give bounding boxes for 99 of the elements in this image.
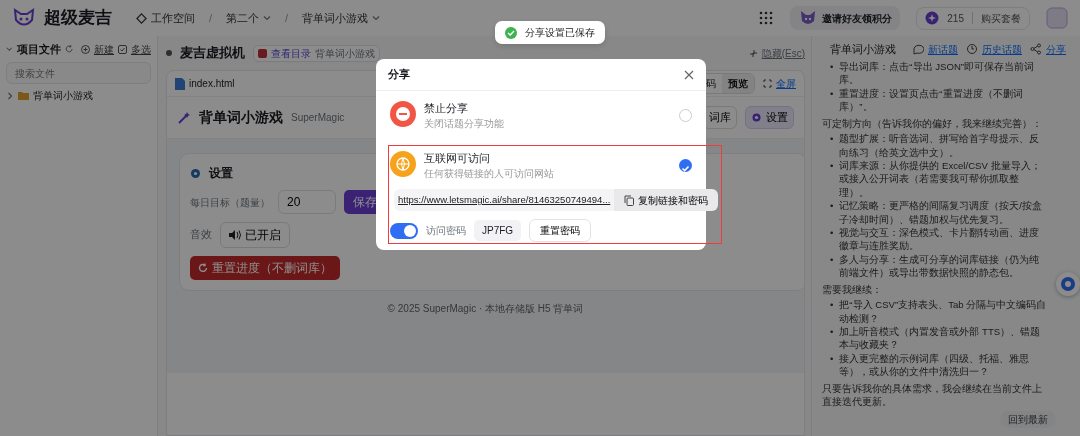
bullet-mark: • <box>830 86 834 101</box>
brand-name: 超级麦吉 <box>44 7 112 30</box>
caret-icon <box>372 14 381 22</box>
refresh-icon <box>198 263 208 273</box>
bullet-mark: • <box>830 252 834 267</box>
list-item: 视觉与交互：深色模式、卡片翻转动画、进度徽章与连胜奖励。 <box>839 226 1041 253</box>
option-subtitle: 任何获得链接的人可访问网站 <box>424 166 555 181</box>
history-button[interactable]: 历史话题 <box>966 41 1022 57</box>
option-title: 互联网可访问 <box>424 151 491 166</box>
share-icon <box>1030 43 1042 55</box>
reset-password-button[interactable]: 重置密码 <box>529 219 592 242</box>
bullet-mark: • <box>830 298 834 313</box>
file-icon <box>175 77 185 90</box>
chat-bubble-icon <box>912 43 924 55</box>
panel-title: 背单词小游戏 <box>830 41 896 57</box>
refresh-icon[interactable] <box>64 44 73 54</box>
option-subtitle: 关闭话题分享功能 <box>424 116 505 131</box>
toggle-label: 访问密码 <box>426 224 466 238</box>
app-subtitle: SuperMagic <box>291 111 345 125</box>
breadcrumb-separator: / <box>285 10 289 26</box>
message-text: 需要我继续： <box>822 282 883 297</box>
view-tab[interactable]: 预览 <box>722 74 754 93</box>
workspace-icon <box>136 12 147 24</box>
folder-item[interactable]: 背单词小游戏 <box>6 88 151 103</box>
app-title: 背单词小游戏 <box>199 108 283 127</box>
copy-button[interactable]: 复制链接和密码 <box>614 189 719 211</box>
password-toggle[interactable] <box>390 222 418 239</box>
share-button[interactable]: 分享 <box>1030 41 1066 57</box>
globe-icon <box>390 151 416 177</box>
sound-button[interactable]: 已开启 <box>220 222 290 248</box>
new-file-link[interactable]: 新建 <box>81 41 114 57</box>
directory-link[interactable]: 查看目录 <box>271 45 311 61</box>
list-item: 加上听音模式（内置发音或外部 TTS）、错题本与收藏夹？ <box>839 325 1042 352</box>
breadcrumb-item[interactable]: 工作空间 <box>136 9 195 27</box>
check-icon <box>505 26 517 39</box>
message-text: 可定制方向（告诉我你的偏好，我来继续完善）： <box>822 116 1043 131</box>
field-label: 音效 <box>190 227 212 243</box>
breadcrumb-item[interactable]: 背单词小游戏 <box>302 9 381 27</box>
hide-link[interactable]: 隐藏(Esc) <box>748 45 805 61</box>
breadcrumb-separator: / <box>209 10 213 26</box>
caret-icon <box>6 45 13 53</box>
toast: 分享设置已保存 <box>495 21 605 44</box>
password-code: JP7FG <box>474 220 522 241</box>
footer-text: © 2025 SuperMagic · 本地存储版 H5 背单词 <box>386 302 585 316</box>
fullscreen-link[interactable]: 全屏 <box>763 76 796 91</box>
list-item: 多人与分享：生成可分享的词库链接（仍为纯前端文件）或导出带数据快照的静态包。 <box>839 252 1041 280</box>
new-topic-button[interactable]: 新话题 <box>912 41 958 57</box>
bullet-mark: • <box>830 226 834 241</box>
list-item: 词库来源：从你提供的 Excel/CSV 批量导入；或接入公开词表（若需要我可帮你抓取整理）。 <box>839 158 1042 200</box>
bullet-mark: • <box>830 60 834 74</box>
fullscreen-icon <box>763 79 772 88</box>
nav-button[interactable]: 设置 <box>745 106 794 129</box>
folder-label: 背单词小游戏 <box>315 46 375 61</box>
folder-icon <box>18 91 29 100</box>
caret-icon <box>263 14 272 22</box>
buy-plan-link[interactable]: 购买套餐 <box>981 10 1021 26</box>
credit-icon <box>925 11 940 25</box>
option-title: 禁止分享 <box>424 101 469 116</box>
list-item: 导出词库：点击“导出 JSON”即可保存当前词库。 <box>839 60 1035 87</box>
invite-button[interactable]: 邀请好友领积分 <box>790 6 901 30</box>
credit-count: 215 <box>947 11 964 26</box>
clock-icon <box>966 43 978 55</box>
file-tab[interactable]: index.html <box>189 76 235 91</box>
bullet-mark: • <box>830 132 834 147</box>
list-item: 题型扩展：听音选词、拼写给首字母提示、反向练习（给英文选中文）。 <box>839 132 1041 159</box>
list-item: 重置进度：设置页点击“重置进度（不删词库）”。 <box>839 86 1024 114</box>
bullet-mark: • <box>830 325 834 339</box>
panel-title: 麦吉虚拟机 <box>180 44 245 63</box>
card-title: 设置 <box>209 165 233 182</box>
panel-title: 项目文件 <box>16 41 61 57</box>
radio-button[interactable] <box>679 159 692 172</box>
list-item: 接入更完整的示例词库（四级、托福、雅思等），或从你的文件中清洗归一？ <box>839 351 1031 379</box>
breadcrumb-item[interactable]: 第二个 <box>226 9 272 27</box>
dialog-title: 分享 <box>388 67 410 83</box>
status-dot <box>166 50 172 56</box>
app-icon <box>258 48 267 58</box>
checkbox-icon <box>118 44 127 54</box>
assistant-button[interactable] <box>1056 272 1080 296</box>
bullet-mark: • <box>830 199 834 214</box>
list-item: 记忆策略：更严格的间隔复习调度（按天/按盒子冷却时间）、错题加权与优先复习。 <box>839 199 1044 227</box>
speaker-icon <box>229 230 241 240</box>
goal-field[interactable]: 20 <box>278 190 336 214</box>
list-item: 把“导入 CSV”支持表头、Tab 分隔与中文编码自动检测？ <box>839 298 1048 325</box>
bullet-mark: • <box>830 351 834 366</box>
share-link[interactable]: https://www.letsmagic.ai/share/81463250749494... <box>394 192 615 208</box>
multi-select-link[interactable]: 多选 <box>118 41 151 57</box>
copy-icon <box>624 194 635 206</box>
reset-button[interactable]: 重置进度（不删词库） <box>190 256 340 280</box>
back-to-latest-button[interactable]: 回到最新 <box>1000 410 1056 428</box>
field-label: 每日目标（题量） <box>190 195 270 210</box>
message-text: 只要告诉我你的具体需求，我会继续在当前文件上直接迭代更新。 <box>822 381 1043 409</box>
close-icon[interactable] <box>684 69 694 80</box>
plus-icon <box>81 44 90 54</box>
wand-icon <box>177 110 191 125</box>
apps-icon[interactable] <box>758 10 775 26</box>
caret-icon <box>6 91 14 100</box>
bullet-mark: • <box>830 158 834 173</box>
no-entry-icon <box>390 101 416 127</box>
search-field[interactable]: 搜索文件 <box>6 62 151 84</box>
